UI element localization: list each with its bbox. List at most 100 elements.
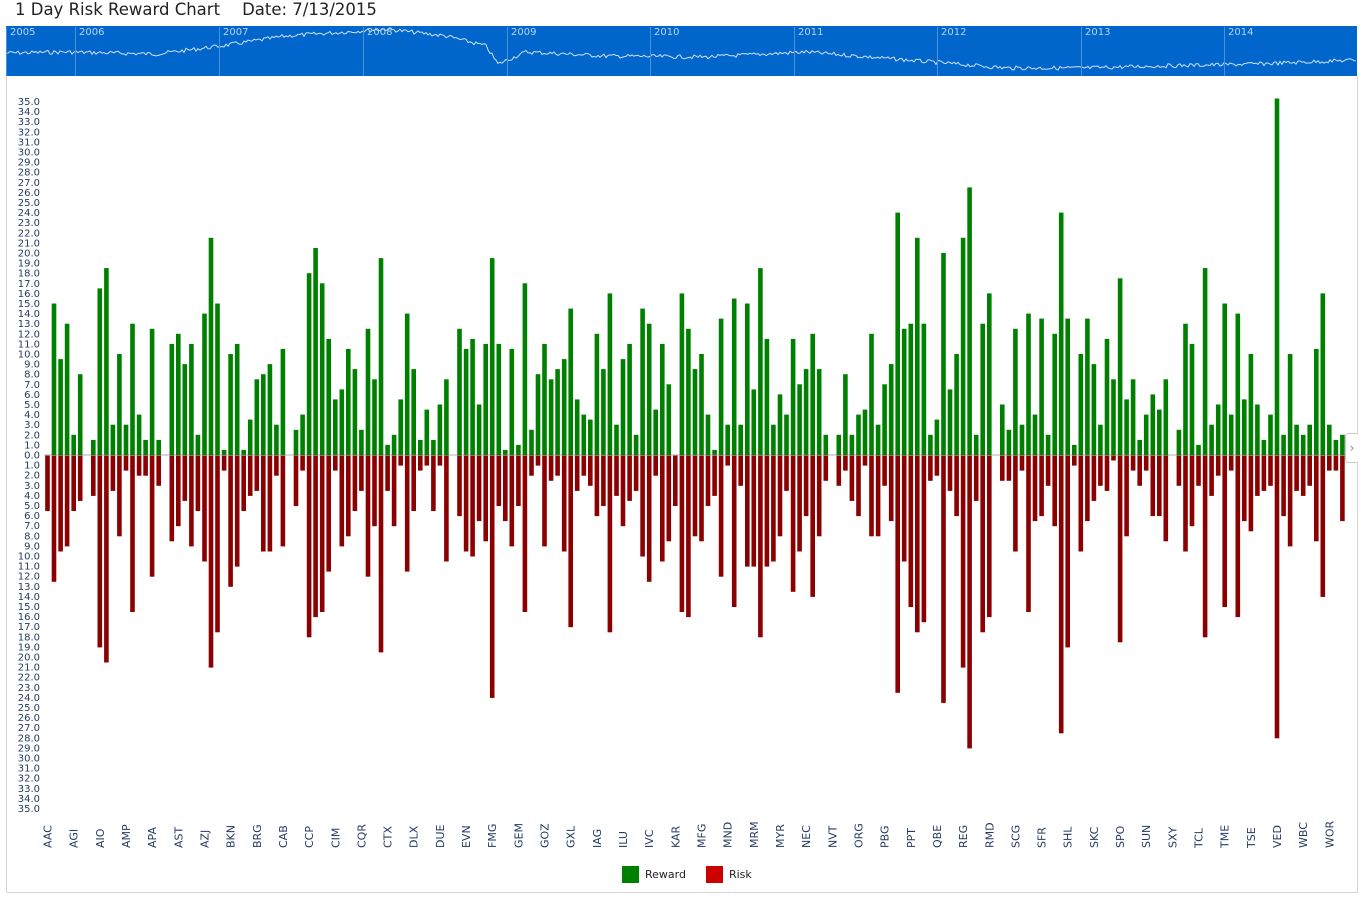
reward-bar[interactable] [548, 379, 554, 456]
risk-bar[interactable] [463, 455, 469, 552]
reward-bar[interactable] [483, 343, 488, 455]
risk-bar[interactable] [594, 455, 600, 517]
risk-bar[interactable] [1287, 455, 1293, 547]
reward-bar[interactable] [843, 374, 848, 455]
risk-bar[interactable] [1052, 455, 1057, 527]
risk-bar[interactable] [542, 455, 547, 547]
reward-bar[interactable] [1157, 409, 1162, 455]
risk-bar[interactable] [398, 455, 403, 466]
risk-bar[interactable] [614, 455, 619, 496]
reward-bar[interactable] [1019, 424, 1025, 455]
risk-bar[interactable] [660, 455, 665, 562]
reward-bar[interactable] [758, 268, 763, 455]
reward-bar[interactable] [326, 338, 331, 455]
risk-bar[interactable] [777, 455, 783, 537]
risk-bar[interactable] [1294, 455, 1299, 491]
risk-bar[interactable] [784, 455, 789, 491]
risk-bar[interactable] [241, 455, 246, 512]
risk-bar[interactable] [1000, 455, 1005, 481]
reward-bar[interactable] [1163, 379, 1169, 456]
risk-bar[interactable] [574, 455, 580, 491]
risk-bar[interactable] [882, 455, 887, 486]
reward-bar[interactable] [149, 328, 155, 456]
risk-bar[interactable] [1202, 455, 1208, 638]
reward-bar[interactable] [810, 333, 815, 455]
risk-bar[interactable] [77, 455, 83, 501]
risk-bar[interactable] [718, 455, 724, 577]
reward-bar[interactable] [215, 303, 220, 456]
reward-bar[interactable] [954, 354, 959, 455]
risk-bar[interactable] [424, 455, 430, 466]
reward-bar[interactable] [496, 343, 502, 455]
risk-bar[interactable] [653, 455, 658, 476]
risk-bar[interactable] [391, 455, 397, 527]
reward-bar[interactable] [823, 434, 829, 455]
risk-bar[interactable] [202, 455, 207, 562]
reward-bar[interactable] [771, 424, 776, 455]
reward-bar[interactable] [169, 343, 175, 455]
reward-bar[interactable] [803, 369, 809, 455]
reward-bar[interactable] [411, 369, 416, 455]
risk-bar[interactable] [895, 455, 900, 693]
risk-bar[interactable] [91, 455, 96, 496]
risk-bar[interactable] [247, 455, 253, 496]
risk-bar[interactable] [215, 455, 220, 633]
reward-bar[interactable] [908, 323, 914, 455]
risk-bar[interactable] [234, 455, 240, 567]
risk-bar[interactable] [1327, 455, 1332, 471]
reward-bar[interactable] [1340, 434, 1345, 455]
reward-bar[interactable] [941, 253, 946, 455]
reward-bar[interactable] [568, 308, 573, 455]
reward-bar[interactable] [1196, 444, 1201, 455]
reward-bar[interactable] [457, 328, 462, 456]
reward-bar[interactable] [280, 348, 286, 455]
risk-bar[interactable] [1058, 455, 1064, 734]
risk-bar[interactable] [208, 455, 214, 668]
reward-bar[interactable] [365, 328, 371, 456]
risk-bar[interactable] [908, 455, 914, 608]
reward-bar[interactable] [1307, 424, 1312, 455]
risk-bar[interactable] [64, 455, 70, 547]
risk-bar[interactable] [928, 455, 933, 481]
reward-bar[interactable] [745, 303, 750, 456]
risk-bar[interactable] [1065, 455, 1070, 648]
risk-bar[interactable] [967, 455, 972, 749]
risk-bar[interactable] [1072, 455, 1077, 466]
risk-bar[interactable] [1261, 455, 1267, 491]
reward-bar[interactable] [921, 323, 927, 455]
reward-bar[interactable] [1065, 318, 1070, 455]
reward-bar[interactable] [1111, 379, 1116, 456]
risk-bar[interactable] [790, 455, 796, 592]
reward-bar[interactable] [1000, 404, 1005, 456]
reward-bar[interactable] [1085, 318, 1090, 455]
reward-bar[interactable] [333, 399, 338, 455]
reward-bar[interactable] [1130, 379, 1136, 456]
reward-bar[interactable] [176, 333, 181, 455]
reward-bar[interactable] [71, 434, 76, 455]
risk-bar[interactable] [267, 455, 273, 552]
risk-bar[interactable] [1235, 455, 1241, 618]
risk-bar[interactable] [261, 455, 266, 552]
risk-bar[interactable] [169, 455, 175, 542]
reward-bar[interactable] [882, 384, 887, 455]
reward-bar[interactable] [1294, 424, 1299, 455]
risk-bar[interactable] [470, 455, 475, 557]
risk-bar[interactable] [548, 455, 554, 481]
reward-bar[interactable] [404, 313, 410, 455]
reward-bar[interactable] [274, 424, 279, 455]
risk-bar[interactable] [555, 455, 560, 476]
risk-bar[interactable] [444, 455, 449, 562]
reward-bar[interactable] [444, 379, 449, 456]
reward-bar[interactable] [476, 404, 482, 456]
reward-bar[interactable] [104, 268, 109, 455]
reward-bar[interactable] [1013, 328, 1018, 456]
reward-bar[interactable] [202, 313, 207, 455]
reward-bar[interactable] [1058, 212, 1064, 455]
risk-bar[interactable] [300, 455, 305, 471]
risk-bar[interactable] [980, 455, 985, 633]
risk-bar[interactable] [496, 455, 502, 507]
reward-bar[interactable] [712, 449, 717, 455]
reward-bar[interactable] [319, 283, 325, 455]
risk-bar[interactable] [947, 455, 953, 491]
risk-bar[interactable] [1019, 455, 1025, 471]
